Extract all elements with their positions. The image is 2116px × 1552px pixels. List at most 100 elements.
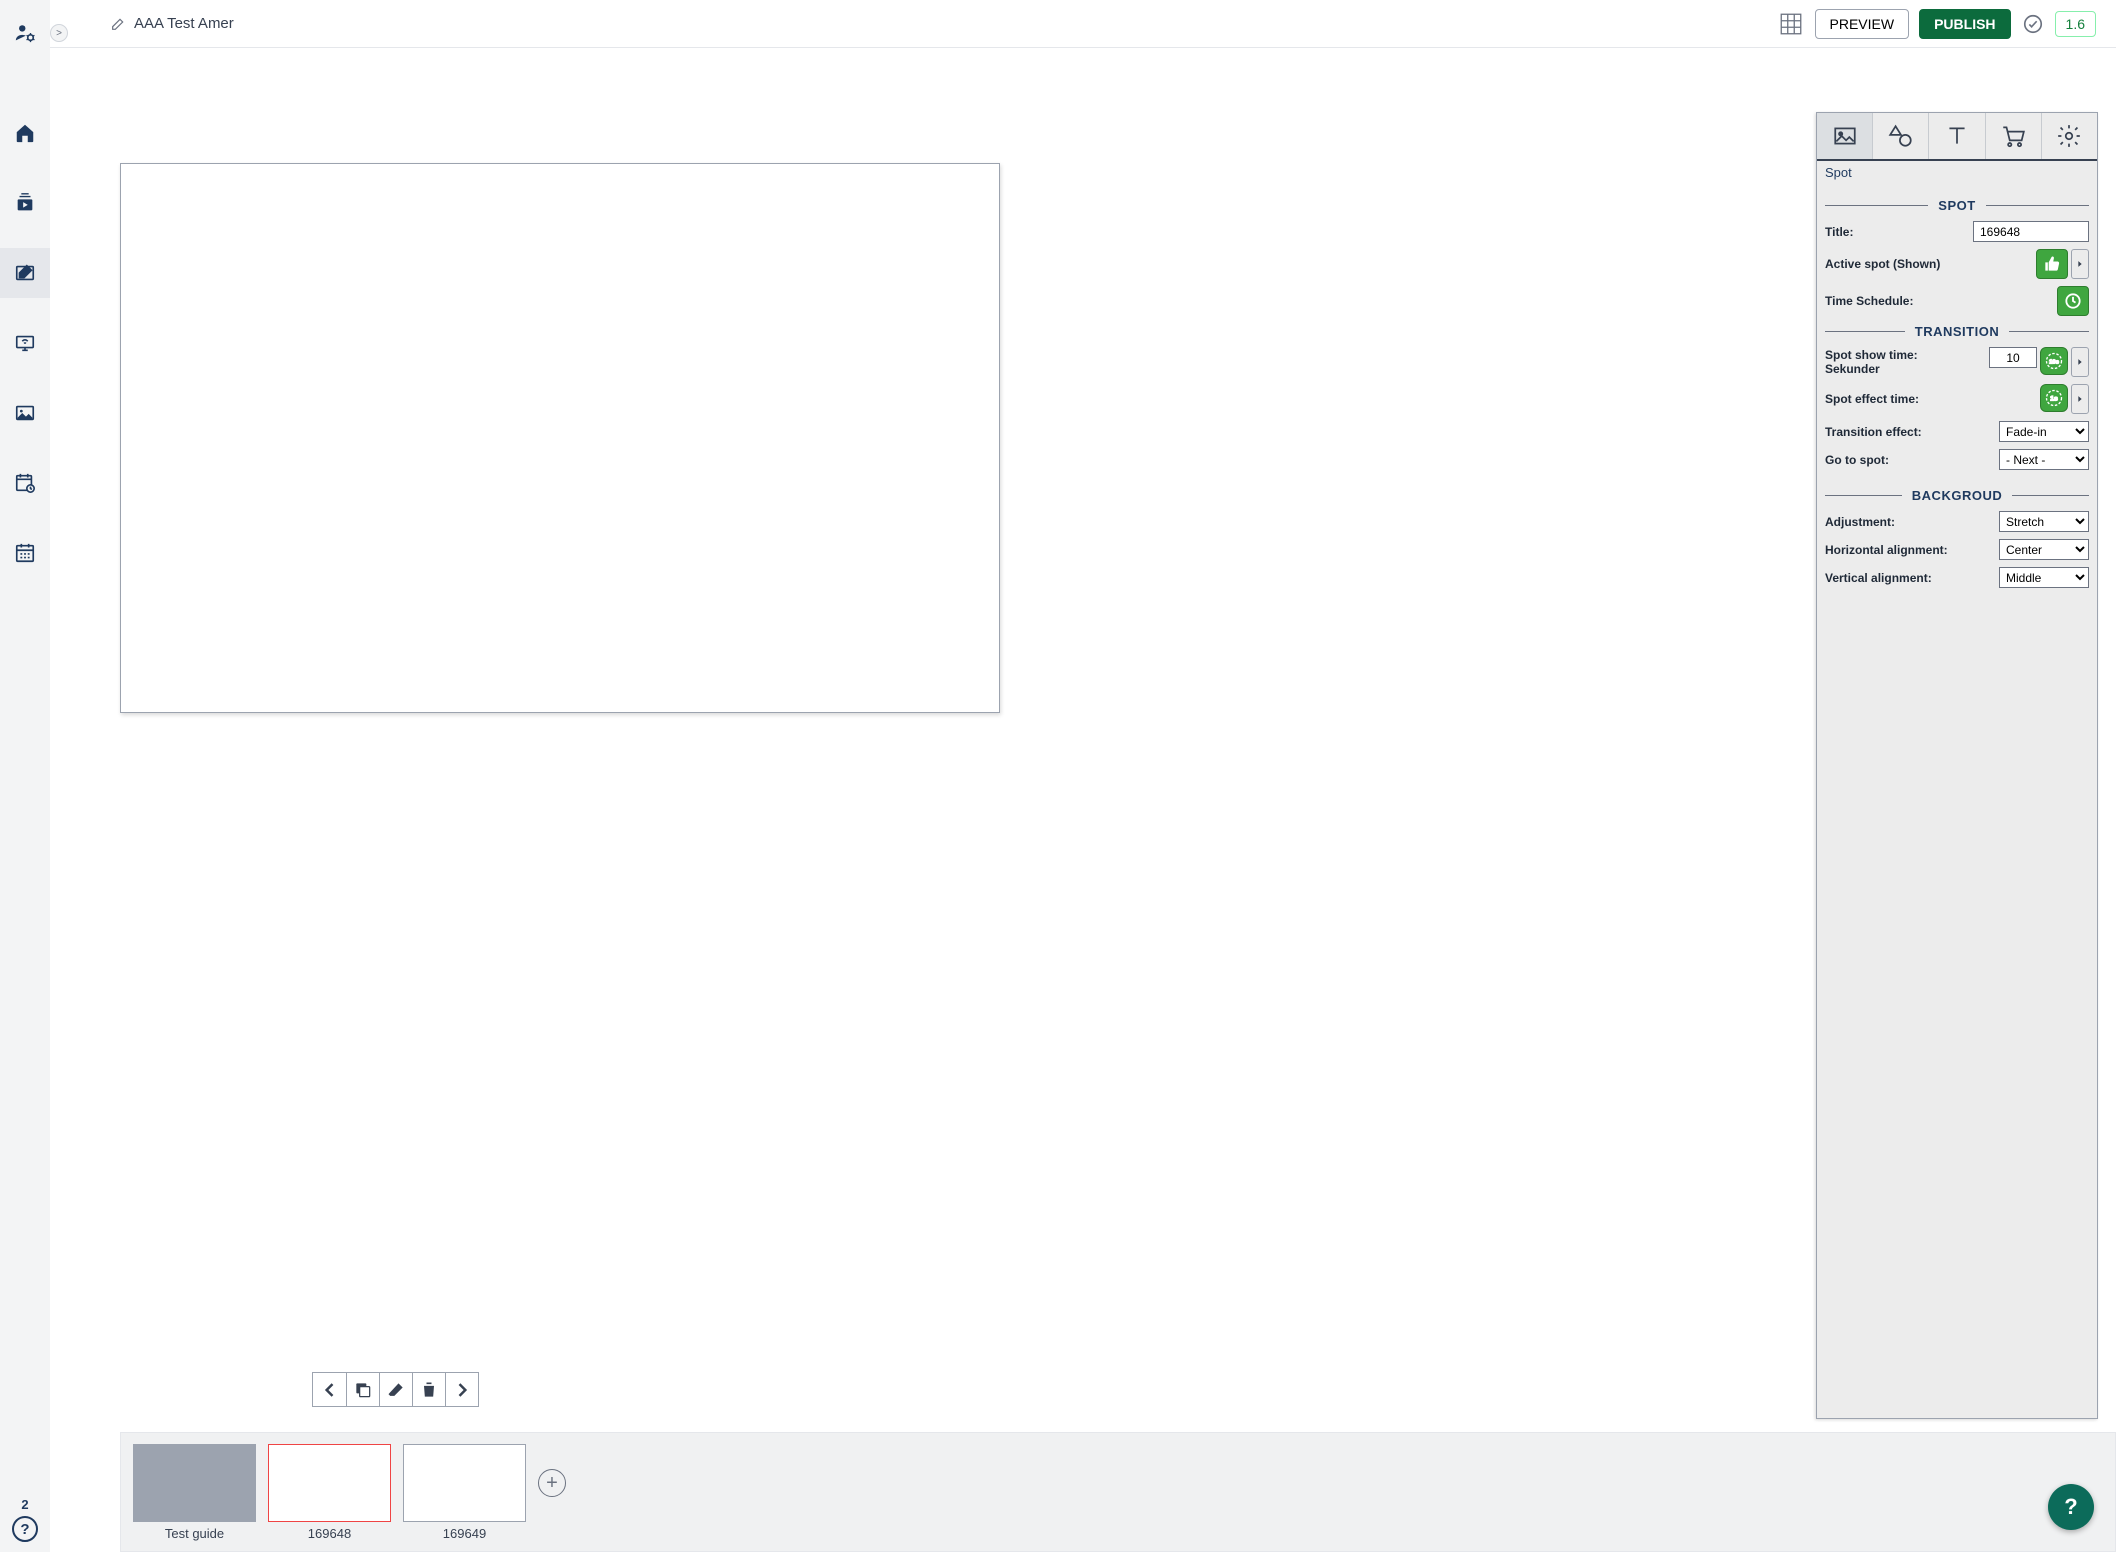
calendar-clock-icon bbox=[14, 472, 36, 494]
section-background-heading: BACKGROUD bbox=[1912, 488, 2002, 503]
sidebar-help[interactable]: ? bbox=[12, 1516, 38, 1542]
canvas[interactable] bbox=[120, 163, 1000, 713]
grid-icon bbox=[1778, 11, 1804, 37]
thumb-guide[interactable]: Test guide bbox=[133, 1444, 256, 1541]
thumb-label: Test guide bbox=[165, 1526, 224, 1541]
section-transition-heading: TRANSITION bbox=[1915, 324, 1999, 339]
chevron-right-icon bbox=[2075, 394, 2085, 404]
thumbs-up-icon bbox=[2042, 254, 2062, 274]
home-icon bbox=[14, 122, 36, 144]
svg-text:10s: 10s bbox=[2049, 360, 2059, 366]
tab-shapes[interactable] bbox=[1873, 113, 1929, 159]
section-spot-heading: SPOT bbox=[1938, 198, 1975, 213]
nav-calendar[interactable] bbox=[0, 528, 50, 578]
slide-strip: Test guide 169648 169649 + bbox=[120, 1432, 2116, 1552]
label-effect: Transition effect: bbox=[1825, 425, 1999, 439]
label-title: Title: bbox=[1825, 225, 1973, 239]
help-fab[interactable]: ? bbox=[2048, 1484, 2094, 1530]
thumb-next[interactable] bbox=[445, 1373, 478, 1406]
label-valign: Vertical alignment: bbox=[1825, 571, 1999, 585]
select-effect[interactable]: Fade-in bbox=[1999, 421, 2089, 442]
gear-icon bbox=[2056, 123, 2082, 149]
nav-media[interactable] bbox=[0, 388, 50, 438]
select-goto[interactable]: - Next - bbox=[1999, 449, 2089, 470]
select-adjustment[interactable]: Stretch bbox=[1999, 511, 2089, 532]
trash-icon bbox=[419, 1380, 439, 1400]
effecttime-more[interactable] bbox=[2071, 384, 2089, 414]
user-gear-icon bbox=[14, 22, 36, 44]
nav-editor[interactable] bbox=[0, 248, 50, 298]
monitor-wifi-icon bbox=[14, 332, 36, 354]
label-halign: Horizontal alignment: bbox=[1825, 543, 1999, 557]
cart-icon bbox=[2000, 123, 2026, 149]
status-indicator[interactable] bbox=[2021, 12, 2045, 36]
image-icon bbox=[1832, 123, 1858, 149]
nav-schedule[interactable] bbox=[0, 458, 50, 508]
image-icon bbox=[14, 402, 36, 424]
check-circle-icon bbox=[2022, 13, 2044, 35]
preview-button[interactable]: PREVIEW bbox=[1815, 9, 1910, 39]
tab-products[interactable] bbox=[1986, 113, 2042, 159]
thumb-prev[interactable] bbox=[313, 1373, 346, 1406]
nav-user-settings[interactable] bbox=[0, 8, 50, 58]
clock-icon bbox=[2063, 291, 2083, 311]
label-goto: Go to spot: bbox=[1825, 453, 1999, 467]
play-stack-icon bbox=[14, 192, 36, 214]
thumb-label: 169648 bbox=[308, 1526, 351, 1541]
sidebar-count: 2 bbox=[21, 1497, 28, 1512]
chevron-right-icon bbox=[452, 1380, 472, 1400]
svg-text:1s: 1s bbox=[2050, 396, 2058, 403]
label-schedule: Time Schedule: bbox=[1825, 294, 2057, 308]
label-active: Active spot (Shown) bbox=[1825, 257, 2036, 271]
compose-icon bbox=[14, 262, 36, 284]
title-edit[interactable]: AAA Test Amer bbox=[110, 15, 234, 32]
chevron-right-icon bbox=[2075, 259, 2085, 269]
label-effecttime: Spot effect time: bbox=[1825, 392, 2040, 406]
select-valign[interactable]: Middle bbox=[1999, 567, 2089, 588]
nav-home[interactable] bbox=[0, 108, 50, 158]
schedule-toggle[interactable] bbox=[2057, 286, 2089, 316]
panel-subtab[interactable]: Spot bbox=[1817, 161, 2097, 184]
label-showtime: Spot show time:Sekunder bbox=[1825, 348, 1989, 376]
thumb-label: 169649 bbox=[443, 1526, 486, 1541]
nav-screens[interactable] bbox=[0, 318, 50, 368]
pencil-icon bbox=[110, 16, 126, 32]
select-halign[interactable]: Center bbox=[1999, 539, 2089, 560]
timer-10s-icon: 10s bbox=[2044, 351, 2064, 371]
timer-1s-icon: 1s bbox=[2044, 388, 2064, 408]
shapes-icon bbox=[1888, 123, 1914, 149]
nav-channels[interactable] bbox=[0, 178, 50, 228]
property-panel: Spot SPOT Title: Active spot (Shown) Tim… bbox=[1816, 112, 2098, 1419]
presentation-title: AAA Test Amer bbox=[134, 15, 234, 32]
copy-icon bbox=[353, 1380, 373, 1400]
grid-toggle[interactable] bbox=[1777, 10, 1805, 38]
showtime-preset[interactable]: 10s bbox=[2040, 347, 2068, 375]
thumb-actions bbox=[312, 1372, 479, 1407]
tab-settings[interactable] bbox=[2042, 113, 2097, 159]
sidebar-toggle[interactable]: > bbox=[50, 24, 68, 42]
active-toggle[interactable] bbox=[2036, 249, 2068, 279]
version-badge[interactable]: 1.6 bbox=[2055, 11, 2096, 37]
thumb-clear[interactable] bbox=[379, 1373, 412, 1406]
calendar-icon bbox=[14, 542, 36, 564]
showtime-more[interactable] bbox=[2071, 347, 2089, 377]
add-slide-button[interactable]: + bbox=[538, 1469, 566, 1497]
publish-button[interactable]: PUBLISH bbox=[1919, 9, 2010, 39]
text-icon bbox=[1944, 123, 1970, 149]
active-more[interactable] bbox=[2071, 249, 2089, 279]
left-sidebar: > 2 ? bbox=[0, 0, 50, 1552]
input-title[interactable] bbox=[1973, 221, 2089, 242]
eraser-icon bbox=[386, 1380, 406, 1400]
chevron-right-icon bbox=[2075, 357, 2085, 367]
input-showtime[interactable] bbox=[1989, 347, 2037, 368]
label-adjustment: Adjustment: bbox=[1825, 515, 1999, 529]
thumb-delete[interactable] bbox=[412, 1373, 445, 1406]
tab-text[interactable] bbox=[1929, 113, 1985, 159]
top-bar: AAA Test Amer PREVIEW PUBLISH 1.6 bbox=[50, 0, 2116, 48]
thumb-duplicate[interactable] bbox=[346, 1373, 379, 1406]
thumb-slide-2[interactable]: 169649 bbox=[403, 1444, 526, 1541]
chevron-left-icon bbox=[320, 1380, 340, 1400]
tab-image[interactable] bbox=[1817, 113, 1873, 159]
thumb-slide-1[interactable]: 169648 bbox=[268, 1444, 391, 1541]
effecttime-preset[interactable]: 1s bbox=[2040, 384, 2068, 412]
